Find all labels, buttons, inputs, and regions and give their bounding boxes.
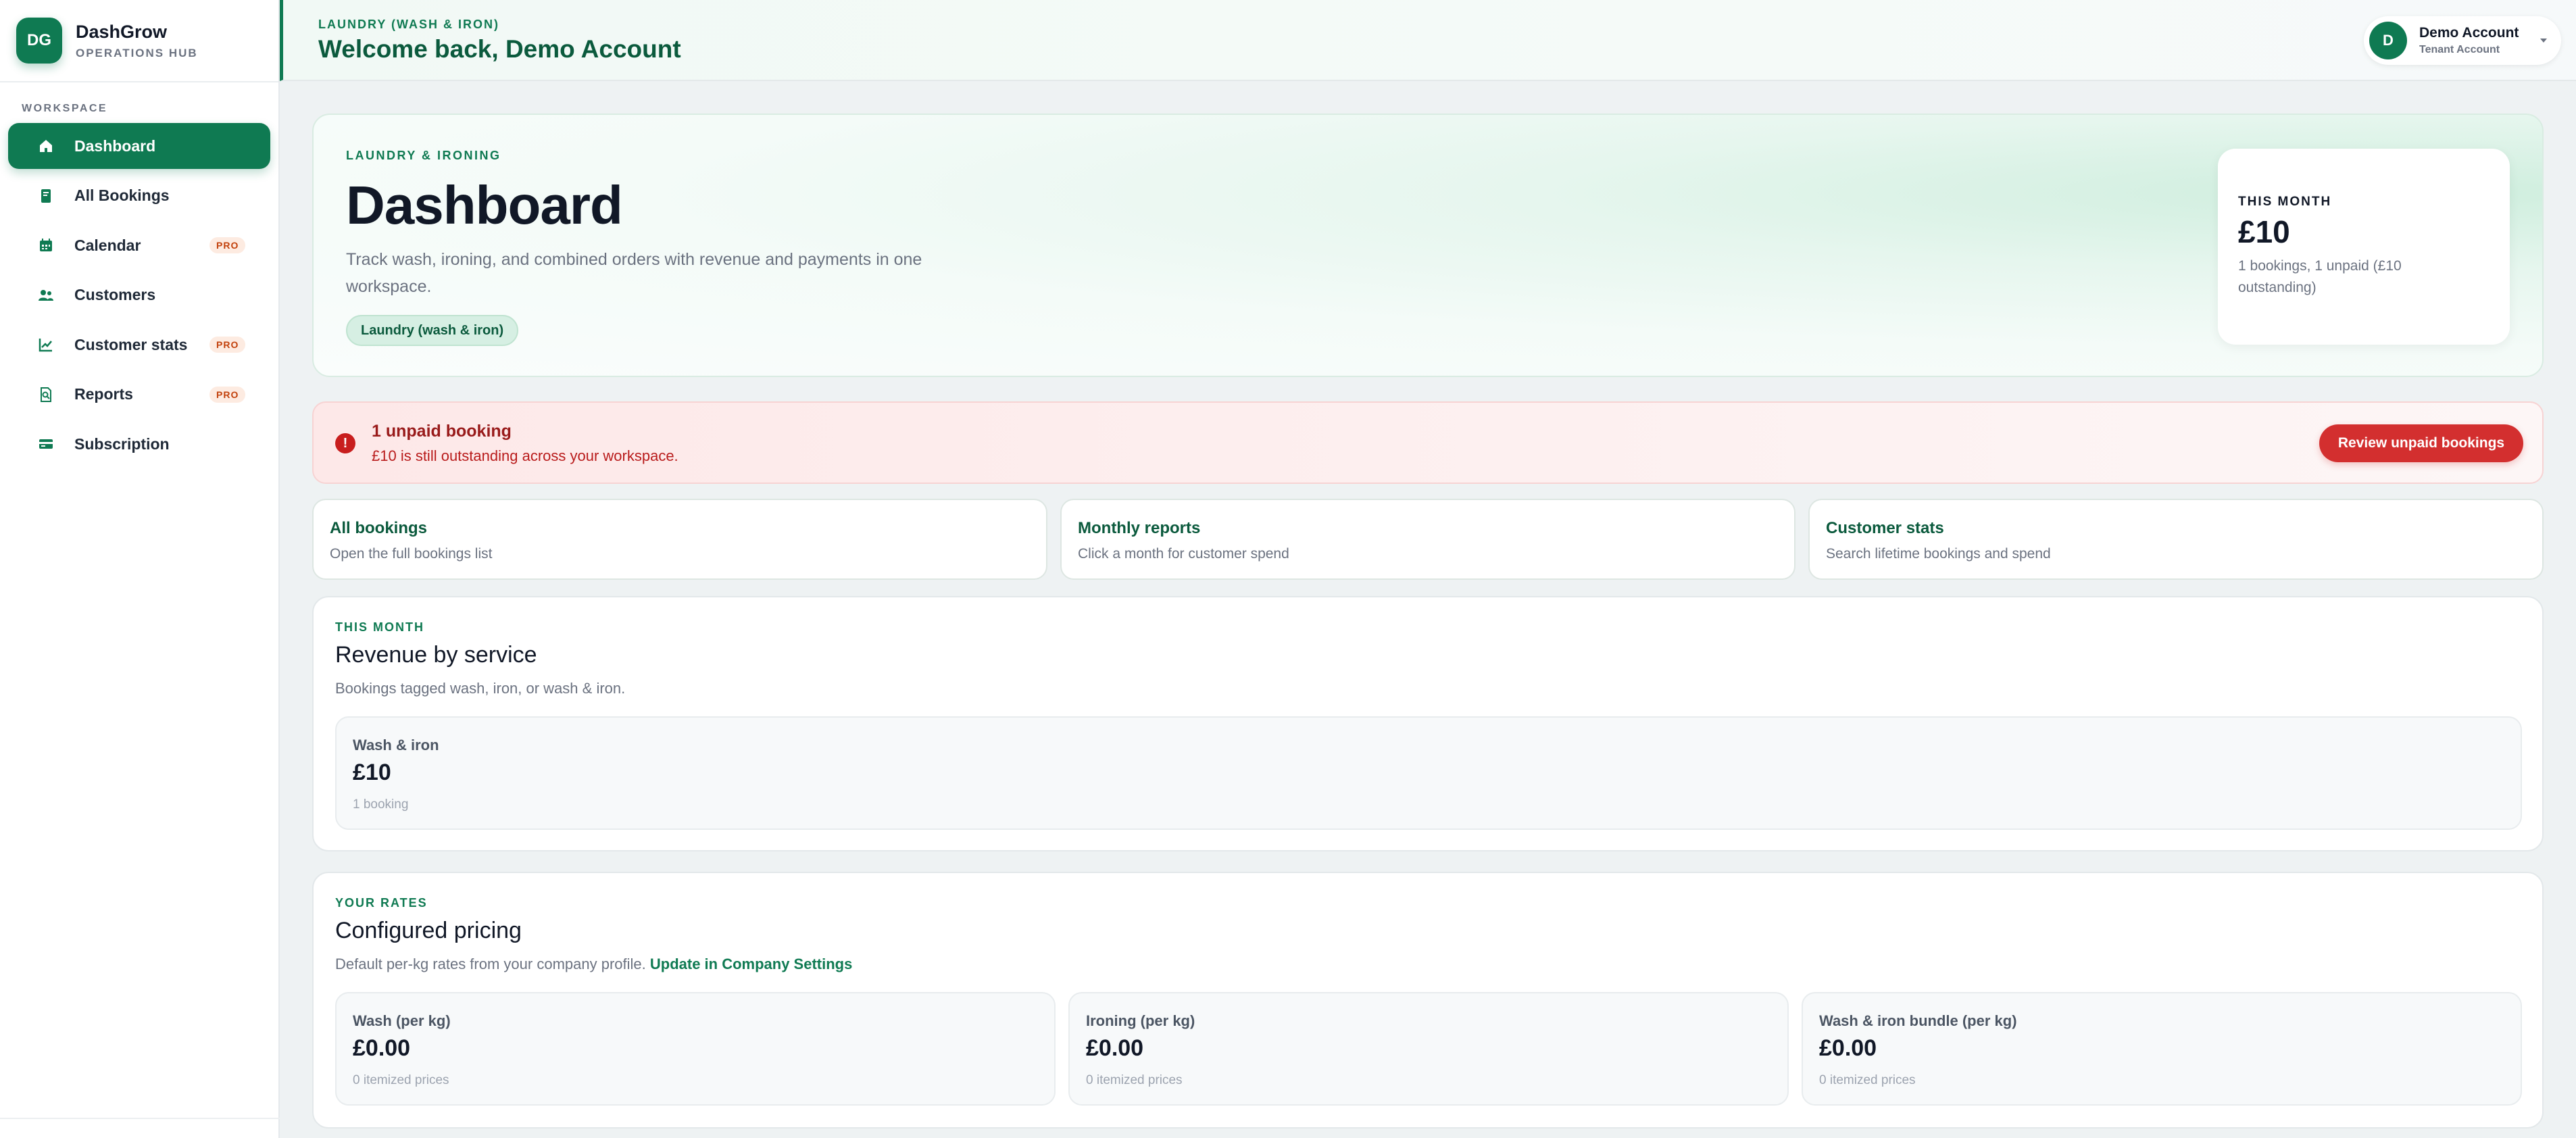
sidebar-item-label: All Bookings	[74, 187, 170, 204]
sidebar-item-label: Calendar	[74, 236, 141, 254]
stat-subtext: 1 booking	[353, 797, 409, 812]
sidebar-item-label: Customers	[74, 286, 156, 303]
section-description: Default per-kg rates from your company p…	[335, 956, 852, 973]
section-description: Bookings tagged wash, iron, or wash & ir…	[335, 680, 626, 697]
stat-value: £10	[353, 760, 391, 785]
price-item-bundle: Wash & iron bundle (per kg) £0.00 0 item…	[1802, 992, 2522, 1106]
sidebar-item-all-bookings[interactable]: All Bookings	[8, 173, 270, 219]
sidebar-item-label: Dashboard	[74, 137, 156, 155]
month-revenue-value: £10	[2238, 214, 2290, 249]
quick-link-description: Click a month for customer spend	[1078, 546, 1289, 562]
quick-link-customer-stats[interactable]: Customer stats Search lifetime bookings …	[1808, 499, 2544, 580]
revenue-by-service-card: THIS MONTH Revenue by service Bookings t…	[312, 596, 2544, 851]
alert-description: £10 is still outstanding across your wor…	[372, 447, 678, 464]
stat-subtext: 0 itemized prices	[353, 1073, 449, 1087]
report-search-icon	[38, 387, 54, 403]
stat-label: Wash & iron bundle (per kg)	[1819, 1012, 2017, 1029]
stat-value: £0.00	[1086, 1035, 1144, 1061]
account-menu-button[interactable]: D Demo Account Tenant Account	[2364, 16, 2561, 65]
sidebar-item-customer-stats[interactable]: Customer stats PRO	[8, 322, 270, 368]
avatar: D	[2369, 22, 2407, 59]
configured-pricing-card: YOUR RATES Configured pricing Default pe…	[312, 872, 2544, 1129]
alert-icon: !	[335, 433, 355, 453]
quick-link-title: Monthly reports	[1078, 519, 1201, 537]
users-icon	[38, 287, 54, 303]
section-kicker: THIS MONTH	[335, 620, 424, 634]
hero-panel: LAUNDRY & IRONING Dashboard Track wash, …	[312, 114, 2544, 377]
sidebar-item-calendar[interactable]: Calendar PRO	[8, 222, 270, 268]
home-icon	[38, 138, 54, 154]
quick-link-title: All bookings	[330, 519, 427, 537]
sidebar-item-dashboard[interactable]: Dashboard	[8, 123, 270, 169]
pro-badge: PRO	[209, 337, 246, 353]
stat-subtext: 0 itemized prices	[1086, 1073, 1183, 1087]
top-bar: LAUNDRY (WASH & IRON) Welcome back, Demo…	[280, 0, 2576, 81]
calendar-icon	[38, 237, 54, 253]
stat-label: Wash (per kg)	[353, 1012, 451, 1029]
brand[interactable]: DG DashGrow OPERATIONS HUB	[0, 0, 278, 82]
section-kicker: YOUR RATES	[335, 896, 428, 910]
hero-kicker: LAUNDRY & IRONING	[346, 149, 501, 162]
pro-badge: PRO	[209, 386, 246, 403]
quick-link-monthly-reports[interactable]: Monthly reports Click a month for custom…	[1060, 499, 1795, 580]
alert-title: 1 unpaid booking	[372, 422, 512, 441]
section-title: Configured pricing	[335, 918, 522, 943]
pricing-description-text: Default per-kg rates from your company p…	[335, 956, 646, 972]
stat-value: £0.00	[1819, 1035, 1877, 1061]
header-kicker: LAUNDRY (WASH & IRON)	[318, 18, 499, 31]
chart-line-icon	[38, 337, 54, 353]
business-type-tag: Laundry (wash & iron)	[346, 315, 519, 346]
quick-link-description: Search lifetime bookings and spend	[1826, 546, 2051, 562]
pro-badge: PRO	[209, 237, 246, 253]
month-kicker: THIS MONTH	[2238, 195, 2332, 209]
price-item-ironing: Ironing (per kg) £0.00 0 itemized prices	[1068, 992, 1789, 1106]
brand-name: DashGrow	[76, 21, 168, 42]
page-title: Dashboard	[346, 175, 623, 235]
stat-label: Wash & iron	[353, 737, 439, 753]
price-item-wash: Wash (per kg) £0.00 0 itemized prices	[335, 992, 1056, 1106]
sidebar-item-label: Reports	[74, 385, 133, 403]
this-month-card: THIS MONTH £10 1 bookings, 1 unpaid (£10…	[2218, 149, 2510, 345]
review-unpaid-button[interactable]: Review unpaid bookings	[2319, 424, 2523, 462]
sidebar-section-label: WORKSPACE	[22, 103, 108, 114]
stat-value: £0.00	[353, 1035, 411, 1061]
month-summary: 1 bookings, 1 unpaid (£10 outstanding)	[2238, 258, 2402, 295]
chevron-down-icon	[2540, 39, 2547, 43]
stat-subtext: 0 itemized prices	[1819, 1073, 1916, 1087]
sidebar-item-customers[interactable]: Customers	[8, 272, 270, 318]
sidebar-item-reports[interactable]: Reports PRO	[8, 372, 270, 418]
sidebar-item-label: Subscription	[74, 435, 170, 453]
account-name: Demo Account	[2419, 25, 2519, 41]
quick-link-description: Open the full bookings list	[330, 546, 493, 562]
sidebar-divider	[0, 1118, 280, 1119]
unpaid-alert: ! 1 unpaid booking £10 is still outstand…	[312, 401, 2544, 484]
sidebar-nav: Dashboard All Bookings Calendar PRO Cust…	[0, 123, 278, 467]
credit-card-icon	[38, 436, 54, 452]
sidebar-item-label: Customer stats	[74, 335, 188, 353]
stat-label: Ironing (per kg)	[1086, 1012, 1195, 1029]
sidebar: DG DashGrow OPERATIONS HUB WORKSPACE Das…	[0, 0, 280, 1138]
book-icon	[38, 188, 54, 204]
service-revenue-item: Wash & iron £10 1 booking	[335, 716, 2522, 830]
account-role: Tenant Account	[2419, 44, 2500, 55]
company-settings-link[interactable]: Update in Company Settings	[650, 956, 852, 972]
brand-logo: DG	[16, 18, 62, 64]
page-greeting: Welcome back, Demo Account	[318, 35, 681, 63]
quick-link-all-bookings[interactable]: All bookings Open the full bookings list	[312, 499, 1047, 580]
quick-link-title: Customer stats	[1826, 519, 1944, 537]
section-title: Revenue by service	[335, 642, 537, 668]
brand-subtitle: OPERATIONS HUB	[76, 46, 198, 59]
sidebar-item-subscription[interactable]: Subscription	[8, 421, 270, 467]
hero-description: Track wash, ironing, and combined orders…	[346, 250, 922, 296]
